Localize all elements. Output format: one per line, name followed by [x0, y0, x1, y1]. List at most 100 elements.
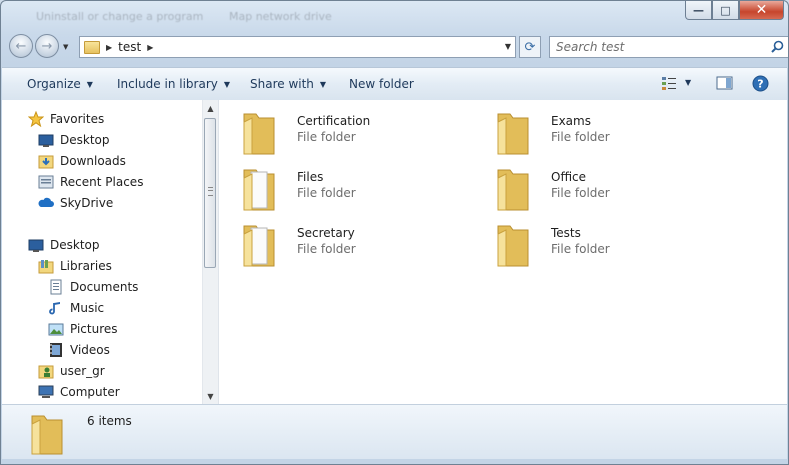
sidebar-item-label: SkyDrive	[60, 195, 114, 210]
sidebar-item-user[interactable]: user_gr	[38, 360, 105, 381]
organize-label: Organize	[27, 77, 81, 91]
back-button[interactable]: ←	[9, 34, 33, 58]
maximize-icon: □	[720, 3, 731, 17]
computer-icon	[38, 384, 54, 400]
details-pane: 6 items	[2, 404, 787, 459]
sidebar-item-music[interactable]: Music	[48, 297, 104, 318]
help-button[interactable]: ?	[752, 75, 769, 92]
sidebar-item-pictures[interactable]: Pictures	[48, 318, 118, 339]
recent-places-icon	[38, 174, 54, 190]
sidebar-item-label: Documents	[70, 279, 139, 294]
sidebar-item-favorites[interactable]: Favorites	[28, 108, 104, 129]
folder-type: File folder	[551, 242, 610, 256]
folder-icon	[497, 169, 529, 211]
sidebar-item-label: Computer	[60, 384, 120, 399]
sidebar-item-label: user_gr	[60, 363, 105, 378]
share-with-menu[interactable]: Share with ▼	[250, 77, 326, 91]
sidebar-item-label: Downloads	[60, 153, 126, 168]
back-arrow-icon: ←	[15, 38, 27, 54]
search-box[interactable]: Search test	[549, 36, 788, 58]
sidebar-item-videos[interactable]: Videos	[48, 339, 110, 360]
breadcrumb-test[interactable]: test	[118, 40, 141, 54]
new-folder-label: New folder	[349, 77, 414, 91]
maximize-button[interactable]: □	[712, 1, 739, 20]
folder-item[interactable]: Files File folder	[241, 164, 481, 216]
folder-type: File folder	[297, 242, 356, 256]
sidebar-item-documents[interactable]: Documents	[48, 276, 138, 297]
folder-icon	[497, 225, 529, 267]
sidebar-item-label: Libraries	[60, 258, 112, 273]
sidebar-item-desktop[interactable]: Desktop	[28, 234, 100, 255]
folder-item[interactable]: Exams File folder	[495, 108, 735, 160]
help-glyph: ?	[757, 78, 763, 91]
new-folder-button[interactable]: New folder	[349, 77, 414, 91]
folder-icon	[243, 113, 275, 155]
folder-type: File folder	[297, 186, 356, 200]
refresh-icon: ⟳	[524, 39, 536, 55]
breadcrumb-chevron-icon[interactable]: ▶	[106, 43, 112, 52]
folder-name: Exams	[551, 114, 591, 128]
change-view-icon[interactable]	[661, 75, 677, 91]
sidebar-item-libraries[interactable]: Libraries	[38, 255, 112, 276]
sidebar-item-label: Desktop	[60, 132, 110, 147]
preview-pane-icon[interactable]	[716, 75, 733, 91]
folder-with-files-icon	[243, 225, 275, 267]
breadcrumb-chevron-icon[interactable]: ▶	[147, 43, 153, 52]
scrollbar-thumb[interactable]	[204, 118, 216, 268]
sidebar-item-downloads[interactable]: Downloads	[38, 150, 126, 171]
refresh-button[interactable]: ⟳	[519, 36, 541, 58]
minimize-button[interactable]: —	[685, 1, 712, 20]
sidebar-item-desktop-fav[interactable]: Desktop	[38, 129, 110, 150]
scroll-down-icon[interactable]: ▼	[203, 388, 218, 404]
downloads-folder-icon	[38, 153, 54, 169]
address-bar[interactable]: ▶ test ▶ ▼	[79, 36, 516, 58]
address-dropdown-icon[interactable]: ▼	[505, 42, 511, 51]
item-count: 6 items	[87, 414, 132, 428]
folder-name: Certification	[297, 114, 371, 128]
documents-icon	[48, 279, 64, 295]
help-icon: ?	[752, 75, 769, 92]
navigation-bar: ← → ▼ ▶ test ▶ ▼ ⟳ Search test	[9, 34, 788, 60]
background-ghost-text: Uninstall or change a program	[36, 10, 204, 23]
libraries-icon	[38, 258, 54, 274]
navigation-scrollbar[interactable]: ▲ ▼	[202, 100, 218, 404]
folder-name: Office	[551, 170, 587, 184]
user-folder-icon	[38, 363, 54, 379]
forward-arrow-icon: →	[41, 38, 53, 54]
folder-type: File folder	[551, 186, 610, 200]
sidebar-item-label: Music	[70, 300, 105, 315]
search-icon[interactable]	[771, 40, 784, 56]
organize-menu[interactable]: Organize ▼	[27, 77, 93, 91]
folder-item[interactable]: Tests File folder	[495, 220, 735, 272]
pictures-icon	[48, 321, 64, 337]
search-placeholder: Search test	[556, 40, 625, 54]
desktop-icon	[28, 237, 44, 253]
recent-pages-chevron-icon[interactable]: ▼	[63, 43, 68, 51]
videos-icon	[48, 342, 64, 358]
include-library-label: Include in library	[117, 77, 218, 91]
folder-item[interactable]: Certification File folder	[241, 108, 481, 160]
music-icon	[48, 300, 64, 316]
navigation-pane: Favorites Desktop Downloads Recent Place…	[2, 100, 202, 404]
folder-item[interactable]: Office File folder	[495, 164, 735, 216]
include-in-library-menu[interactable]: Include in library ▼	[117, 77, 230, 91]
view-options-chevron-icon[interactable]: ▼	[685, 78, 691, 87]
folder-name: Files	[297, 170, 324, 184]
sidebar-item-recent-places[interactable]: Recent Places	[38, 171, 143, 192]
minimize-icon: —	[693, 3, 704, 17]
file-list: Certification File folder Exams File fol…	[218, 100, 787, 404]
sidebar-item-label: Videos	[70, 342, 110, 357]
sidebar-item-computer[interactable]: Computer	[38, 381, 120, 402]
close-button[interactable]: ✕	[739, 1, 784, 20]
cloud-icon	[38, 195, 54, 211]
sidebar-item-label: Pictures	[70, 321, 118, 336]
folder-icon	[31, 415, 63, 455]
folder-type: File folder	[551, 130, 610, 144]
sidebar-item-label: Favorites	[50, 111, 105, 126]
sidebar-item-label: Recent Places	[60, 174, 144, 189]
forward-button[interactable]: →	[35, 34, 59, 58]
sidebar-item-skydrive[interactable]: SkyDrive	[38, 192, 113, 213]
folder-name: Secretary	[297, 226, 355, 240]
folder-item[interactable]: Secretary File folder	[241, 220, 481, 272]
scroll-up-icon[interactable]: ▲	[203, 100, 218, 116]
